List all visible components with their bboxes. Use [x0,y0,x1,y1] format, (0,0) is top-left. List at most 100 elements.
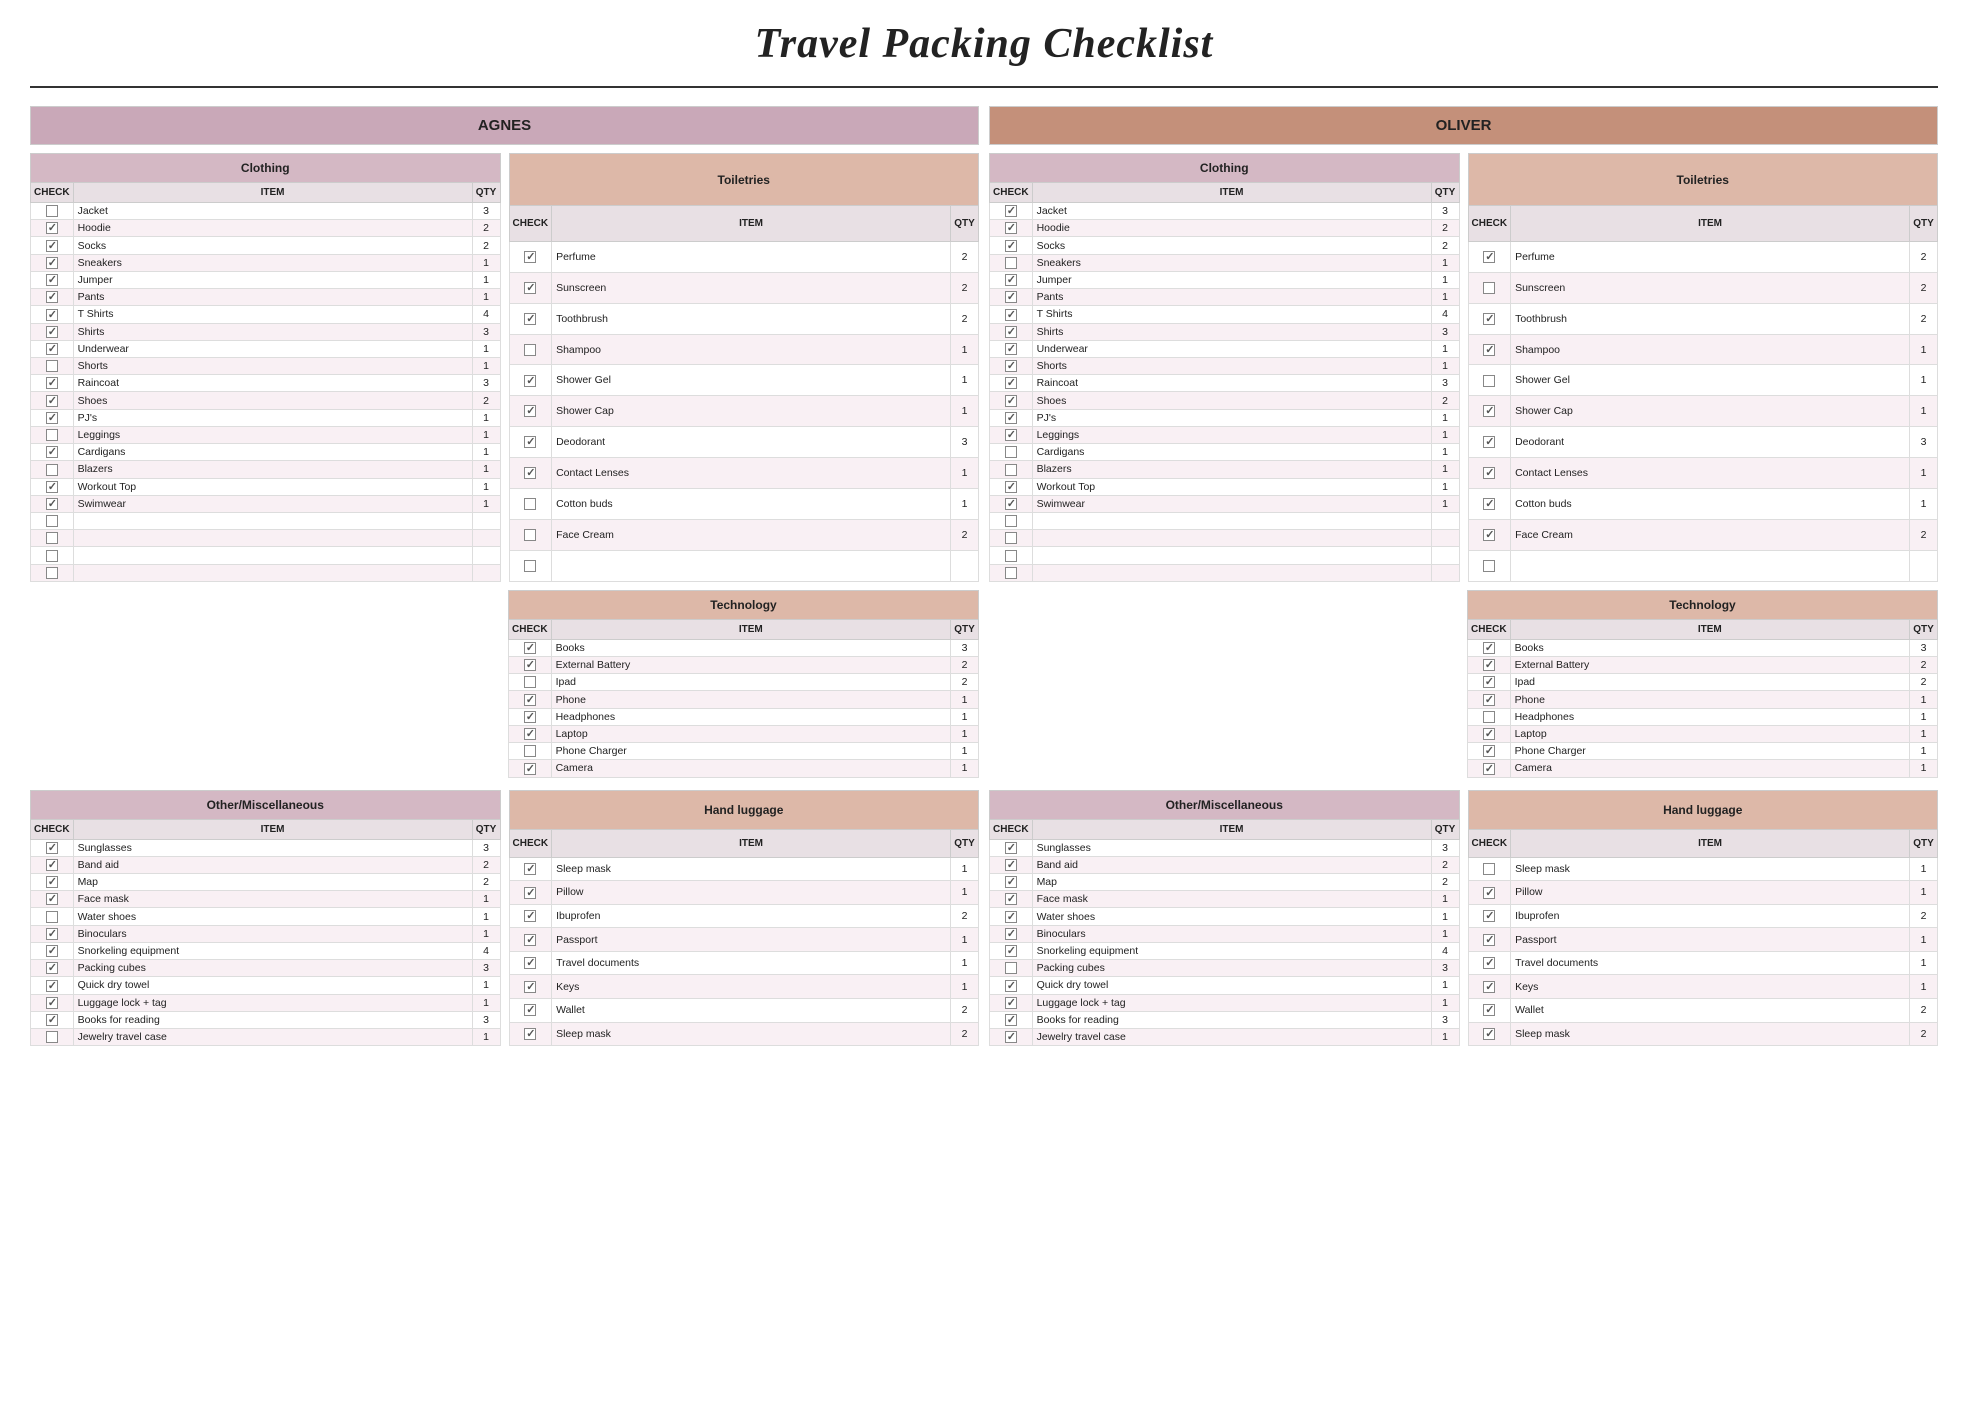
check-cell[interactable] [1468,303,1511,334]
check-cell[interactable] [1468,928,1511,952]
check-cell[interactable] [31,461,74,478]
checked-checkbox[interactable] [524,934,536,946]
check-cell[interactable] [1468,760,1511,777]
checked-checkbox[interactable] [46,859,58,871]
checked-checkbox[interactable] [1005,928,1017,940]
check-cell[interactable] [990,564,1033,581]
check-cell[interactable] [1468,743,1511,760]
unchecked-checkbox[interactable] [524,498,536,510]
checked-checkbox[interactable] [1483,467,1495,479]
check-cell[interactable] [509,334,552,365]
check-cell[interactable] [1468,639,1511,656]
checked-checkbox[interactable] [1005,360,1017,372]
unchecked-checkbox[interactable] [1005,446,1017,458]
checked-checkbox[interactable] [1483,251,1495,263]
checked-checkbox[interactable] [1005,980,1017,992]
checked-checkbox[interactable] [1005,893,1017,905]
check-cell[interactable] [31,254,74,271]
checked-checkbox[interactable] [524,887,536,899]
checked-checkbox[interactable] [1005,842,1017,854]
checked-checkbox[interactable] [46,291,58,303]
check-cell[interactable] [31,530,74,547]
unchecked-checkbox[interactable] [1005,515,1017,527]
checked-checkbox[interactable] [46,326,58,338]
check-cell[interactable] [31,306,74,323]
unchecked-checkbox[interactable] [524,676,536,688]
check-cell[interactable] [990,426,1033,443]
check-cell[interactable] [509,691,552,708]
check-cell[interactable] [509,639,552,656]
check-cell[interactable] [990,994,1033,1011]
checked-checkbox[interactable] [46,842,58,854]
check-cell[interactable] [31,495,74,512]
check-cell[interactable] [990,289,1033,306]
check-cell[interactable] [1468,999,1511,1023]
checked-checkbox[interactable] [46,412,58,424]
checked-checkbox[interactable] [1005,412,1017,424]
check-cell[interactable] [1468,708,1511,725]
checked-checkbox[interactable] [46,498,58,510]
check-cell[interactable] [990,323,1033,340]
checked-checkbox[interactable] [1483,313,1495,325]
check-cell[interactable] [509,881,552,905]
checked-checkbox[interactable] [1005,1014,1017,1026]
checked-checkbox[interactable] [46,222,58,234]
checked-checkbox[interactable] [46,893,58,905]
check-cell[interactable] [990,461,1033,478]
check-cell[interactable] [990,977,1033,994]
checked-checkbox[interactable] [1005,945,1017,957]
checked-checkbox[interactable] [46,240,58,252]
check-cell[interactable] [990,220,1033,237]
check-cell[interactable] [1468,489,1511,520]
check-cell[interactable] [31,1028,74,1045]
unchecked-checkbox[interactable] [524,344,536,356]
check-cell[interactable] [31,271,74,288]
checked-checkbox[interactable] [524,405,536,417]
unchecked-checkbox[interactable] [46,205,58,217]
unchecked-checkbox[interactable] [1005,532,1017,544]
checked-checkbox[interactable] [1483,642,1495,654]
check-cell[interactable] [1468,396,1511,427]
unchecked-checkbox[interactable] [46,464,58,476]
check-cell[interactable] [31,925,74,942]
unchecked-checkbox[interactable] [46,550,58,562]
unchecked-checkbox[interactable] [1005,550,1017,562]
checked-checkbox[interactable] [1483,694,1495,706]
checked-checkbox[interactable] [1483,981,1495,993]
checked-checkbox[interactable] [524,313,536,325]
checked-checkbox[interactable] [1005,481,1017,493]
checked-checkbox[interactable] [1483,763,1495,775]
check-cell[interactable] [990,856,1033,873]
unchecked-checkbox[interactable] [46,515,58,527]
checked-checkbox[interactable] [524,467,536,479]
check-cell[interactable] [1468,519,1511,550]
checked-checkbox[interactable] [1483,910,1495,922]
check-cell[interactable] [509,303,552,334]
check-cell[interactable] [509,489,552,520]
check-cell[interactable] [990,1011,1033,1028]
unchecked-checkbox[interactable] [1483,375,1495,387]
unchecked-checkbox[interactable] [46,911,58,923]
check-cell[interactable] [1468,365,1511,396]
checked-checkbox[interactable] [1005,326,1017,338]
check-cell[interactable] [509,272,552,303]
check-cell[interactable] [509,365,552,396]
check-cell[interactable] [509,857,552,881]
check-cell[interactable] [990,839,1033,856]
checked-checkbox[interactable] [1005,429,1017,441]
check-cell[interactable] [1468,1022,1511,1046]
checked-checkbox[interactable] [1005,222,1017,234]
checked-checkbox[interactable] [1005,498,1017,510]
checked-checkbox[interactable] [524,711,536,723]
checked-checkbox[interactable] [1483,1028,1495,1040]
unchecked-checkbox[interactable] [1483,282,1495,294]
check-cell[interactable] [990,547,1033,564]
checked-checkbox[interactable] [46,1014,58,1026]
unchecked-checkbox[interactable] [1483,560,1495,572]
checked-checkbox[interactable] [524,1028,536,1040]
unchecked-checkbox[interactable] [524,745,536,757]
check-cell[interactable] [990,530,1033,547]
check-cell[interactable] [31,1011,74,1028]
checked-checkbox[interactable] [1483,344,1495,356]
check-cell[interactable] [990,271,1033,288]
